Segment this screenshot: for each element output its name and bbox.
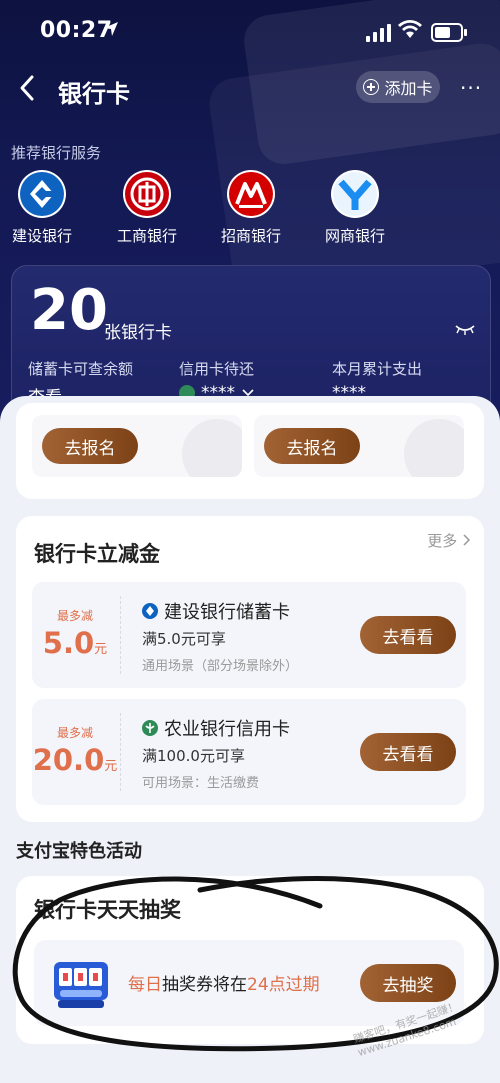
- icbc-logo-icon: [123, 170, 171, 218]
- bank-cmb[interactable]: 招商银行: [211, 170, 291, 246]
- debit-label: 储蓄卡可查余额: [28, 360, 134, 378]
- add-card-label: 添加卡: [384, 79, 433, 98]
- signup-card: 去报名 去报名: [16, 403, 484, 499]
- cmb-logo-icon: [227, 170, 275, 218]
- battery-icon: [431, 23, 467, 42]
- add-card-button[interactable]: 添加卡: [356, 71, 440, 103]
- credit-label: 信用卡待还: [179, 360, 255, 378]
- signup-tile: 去报名: [32, 415, 242, 477]
- lottery-text-mid: 抽奖券将在: [162, 975, 247, 995]
- coupon-unit: 元: [94, 642, 108, 657]
- coupon-scene: 通用场景（部分场景除外）: [142, 659, 299, 674]
- coupon-bank-name: 建设银行储蓄卡: [164, 602, 290, 623]
- coupon-condition: 满5.0元可享: [142, 630, 226, 648]
- slot-machine-icon: [54, 962, 108, 1008]
- signup-button[interactable]: 去报名: [264, 428, 360, 464]
- coupon-amount: 20.0元: [32, 743, 118, 777]
- watermark-icon: [404, 419, 464, 477]
- plus-icon: [363, 79, 380, 95]
- watermark-icon: [182, 419, 242, 477]
- bank-name: 工商银行: [116, 227, 177, 245]
- recommend-title: 推荐银行服务: [11, 144, 102, 162]
- status-bar: 00:27: [0, 0, 500, 66]
- coupon-amount-box: 最多减 20.0元: [32, 699, 118, 805]
- coupon-divider: [120, 596, 121, 674]
- lottery-text-expire: 24点过期: [247, 975, 320, 995]
- coupon-unit: 元: [104, 759, 118, 774]
- chevron-right-icon: [463, 534, 471, 546]
- more-label: 更多: [427, 532, 458, 550]
- lottery-text-daily: 每日: [128, 975, 162, 995]
- card-count: 20: [30, 278, 108, 343]
- eye-closed-icon[interactable]: [455, 321, 475, 335]
- bank-name: 建设银行: [11, 227, 72, 245]
- signup-tile: 去报名: [254, 415, 464, 477]
- coupon-scene: 可用场景：生活缴费: [142, 776, 260, 791]
- view-coupon-button[interactable]: 去看看: [360, 616, 456, 654]
- page-title: 银行卡: [58, 80, 130, 108]
- coupon-divider: [120, 713, 121, 791]
- coupon-condition: 满100.0元可享: [142, 747, 245, 765]
- spend-label: 本月累计支出: [332, 360, 423, 378]
- coupon-max-label: 最多减: [56, 609, 93, 623]
- mybank-logo-icon: [331, 170, 379, 218]
- discount-title: 银行卡立减金: [34, 542, 160, 566]
- ccb-logo-icon: [18, 170, 66, 218]
- coupon-item: 最多减 5.0元 建设银行储蓄卡 满5.0元可享 通用场景（部分场景除外） 去看…: [32, 582, 466, 688]
- coupon-bank: 农业银行信用卡: [142, 715, 290, 741]
- bank-name: 招商银行: [220, 227, 281, 245]
- coupon-bank: 建设银行储蓄卡: [142, 598, 290, 624]
- nav-bar: 银行卡 添加卡 ···: [0, 66, 500, 110]
- bank-ccb[interactable]: 建设银行: [2, 170, 82, 246]
- coupon-max-label: 最多减: [56, 726, 93, 740]
- wifi-icon: [398, 20, 422, 42]
- ccb-mini-icon: [142, 603, 158, 619]
- coupon-amount: 5.0元: [32, 626, 118, 660]
- bank-icbc[interactable]: 工商银行: [107, 170, 187, 246]
- more-icon[interactable]: ···: [460, 76, 482, 100]
- lottery-text: 每日抽奖券将在24点过期: [128, 970, 320, 995]
- location-icon: [102, 20, 120, 43]
- coupon-bank-name: 农业银行信用卡: [164, 719, 290, 740]
- view-coupon-button[interactable]: 去看看: [360, 733, 456, 771]
- bank-name: 网商银行: [324, 227, 385, 245]
- card-count-label: 张银行卡: [104, 323, 172, 343]
- signup-button[interactable]: 去报名: [42, 428, 138, 464]
- signal-icon: [366, 24, 392, 42]
- coupon-amount-box: 最多减 5.0元: [32, 582, 118, 688]
- draw-lottery-button[interactable]: 去抽奖: [360, 964, 456, 1002]
- coupon-item: 最多减 20.0元 农业银行信用卡 满100.0元可享 可用场景：生活缴费 去看…: [32, 699, 466, 805]
- coupon-amount-value: 20.0: [32, 743, 105, 777]
- coupon-amount-value: 5.0: [42, 626, 95, 660]
- bank-mybank[interactable]: 网商银行: [315, 170, 395, 246]
- discount-card: 银行卡立减金 更多 最多减 5.0元 建设银行储蓄卡 满5.0元可享 通用场景（…: [16, 516, 484, 822]
- lottery-title: 银行卡天天抽奖: [34, 898, 181, 922]
- hero-header: 00:27 银行卡 添加卡 ··· 推荐银行服务 建设银行 工商银行 招商银行 …: [0, 0, 500, 430]
- features-title: 支付宝特色活动: [16, 841, 142, 862]
- discount-more-link[interactable]: 更多: [427, 530, 472, 551]
- abc-mini-icon: [142, 720, 158, 736]
- back-icon[interactable]: [18, 74, 36, 102]
- lottery-item: 每日抽奖券将在24点过期 去抽奖: [34, 940, 464, 1026]
